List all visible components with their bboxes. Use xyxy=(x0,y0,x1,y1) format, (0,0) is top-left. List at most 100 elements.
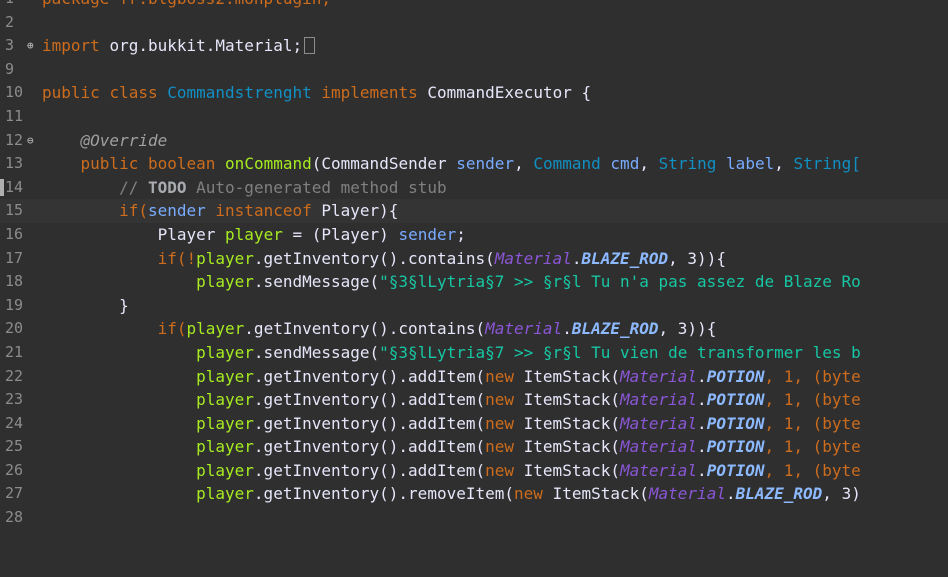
line-number: 26 xyxy=(5,460,24,479)
token: boolean xyxy=(147,154,216,174)
token: class xyxy=(109,83,158,103)
token: , 3)){ xyxy=(668,248,726,268)
token: .getInventory().removeItem( xyxy=(253,484,515,504)
token: ItemStack( xyxy=(523,460,620,480)
code-line[interactable]: 28 xyxy=(0,506,948,530)
token: .getInventory().addItem( xyxy=(253,366,486,386)
token: ItemStack( xyxy=(552,484,649,504)
token: Player){ xyxy=(321,201,399,221)
token: import xyxy=(42,36,100,56)
code-editor[interactable]: 1 package fr.blgboss2.monplugin; 2 3 ⊕ i… xyxy=(0,0,948,567)
token: .getInventory().addItem( xyxy=(253,413,486,433)
code-text[interactable]: player.getInventory().addItem(new ItemSt… xyxy=(42,435,861,459)
token: Material xyxy=(619,390,698,410)
token: sender xyxy=(398,224,457,244)
token: Material xyxy=(494,248,572,268)
code-line[interactable]: 2 xyxy=(0,11,948,35)
code-text[interactable]: // TODO Auto-generated method stub xyxy=(42,176,447,200)
token: .sendMessage( xyxy=(253,342,380,362)
code-text[interactable]: player.getInventory().removeItem(new Ite… xyxy=(42,482,861,506)
token: String[ xyxy=(793,154,861,174)
code-text[interactable]: player.getInventory().addItem(new ItemSt… xyxy=(42,412,861,436)
token: player xyxy=(225,224,283,244)
token: player xyxy=(196,366,254,386)
token: cmd xyxy=(610,154,640,174)
code-line-current[interactable]: 15 if(sender instanceof Player){ xyxy=(0,199,948,223)
code-text[interactable]: player.getInventory().addItem(new ItemSt… xyxy=(42,365,861,389)
token: Player xyxy=(157,224,216,244)
code-text[interactable]: public boolean onCommand(CommandSender s… xyxy=(42,152,861,176)
token: "§3§lLytria§7 >> §r§l Tu n'a pas assez d… xyxy=(379,272,861,292)
code-line[interactable]: 21 player.sendMessage("§3§lLytria§7 >> §… xyxy=(0,341,948,365)
line-number: 19 xyxy=(5,295,24,314)
code-text[interactable]: package fr.blgboss2.monplugin; xyxy=(42,0,331,11)
code-text[interactable]: if(sender instanceof Player){ xyxy=(42,199,398,223)
token: , 1, (byte xyxy=(764,413,861,433)
code-line[interactable]: 23 player.getInventory().addItem(new Ite… xyxy=(0,388,948,412)
code-line[interactable]: 20 if(player.getInventory().contains(Mat… xyxy=(0,317,948,341)
code-line[interactable]: 19 } xyxy=(0,294,948,318)
code-line[interactable]: 24 player.getInventory().addItem(new Ite… xyxy=(0,412,948,436)
code-line[interactable]: 25 player.getInventory().addItem(new Ite… xyxy=(0,435,948,459)
code-line[interactable]: 26 player.getInventory().addItem(new Ite… xyxy=(0,459,948,483)
token: new xyxy=(485,413,515,433)
token: , 1, (byte xyxy=(764,366,861,386)
collapse-fold-icon[interactable]: ⊖ xyxy=(27,129,34,153)
line-number: 25 xyxy=(5,437,24,456)
line-number: 28 xyxy=(5,508,24,527)
token: .getInventory().addItem( xyxy=(253,460,486,480)
token: , 3)){ xyxy=(658,319,717,339)
code-text[interactable]: if(!player.getInventory().contains(Mater… xyxy=(42,247,726,271)
token: = (Player) xyxy=(292,224,389,244)
code-text[interactable]: player.getInventory().addItem(new ItemSt… xyxy=(42,459,861,483)
task-marker-icon[interactable] xyxy=(0,178,4,196)
code-text[interactable]: } xyxy=(42,294,129,318)
code-line[interactable]: 17 if(!player.getInventory().contains(Ma… xyxy=(0,247,948,271)
token: new xyxy=(485,390,515,410)
token: player xyxy=(196,413,254,433)
code-line[interactable]: 22 player.getInventory().addItem(new Ite… xyxy=(0,365,948,389)
code-line[interactable]: 16 Player player = (Player) sender; xyxy=(0,223,948,247)
token: label xyxy=(726,154,775,174)
token: implements xyxy=(321,83,418,103)
code-line[interactable]: 14 // TODO Auto-generated method stub xyxy=(0,176,948,200)
code-line[interactable]: 13 public boolean onCommand(CommandSende… xyxy=(0,152,948,176)
token: if( xyxy=(119,201,148,221)
code-line[interactable]: 3 ⊕ import org.bukkit.Material; xyxy=(0,34,948,58)
token: POTION xyxy=(706,437,765,457)
token: Material xyxy=(619,460,698,480)
token: Commandstrenght xyxy=(167,83,312,103)
code-line[interactable]: 9 xyxy=(0,58,948,82)
code-line[interactable]: 1 package fr.blgboss2.monplugin; xyxy=(0,0,948,11)
code-text[interactable]: public class Commandstrenght implements … xyxy=(42,81,591,105)
code-line[interactable]: 10 public class Commandstrenght implemen… xyxy=(0,81,948,105)
code-text[interactable]: @Override xyxy=(42,129,168,153)
token: if( xyxy=(157,319,187,339)
code-text[interactable]: Player player = (Player) sender; xyxy=(42,223,466,247)
token: String xyxy=(658,154,717,174)
token: // xyxy=(119,177,139,197)
token: BLAZE_ROD xyxy=(581,248,669,268)
collapsed-imports-icon[interactable] xyxy=(304,37,316,55)
code-text[interactable]: player.getInventory().addItem(new ItemSt… xyxy=(42,388,861,412)
code-line[interactable]: 11 xyxy=(0,105,948,129)
code-line[interactable]: 12 ⊖ @Override xyxy=(0,129,948,153)
token: new xyxy=(485,437,515,457)
token: .getInventory().contains( xyxy=(253,248,495,268)
code-text[interactable]: if(player.getInventory().contains(Materi… xyxy=(42,317,717,341)
code-text[interactable]: import org.bukkit.Material; xyxy=(42,34,316,58)
code-line[interactable]: 18 player.sendMessage("§3§lLytria§7 >> §… xyxy=(0,270,948,294)
token: if(! xyxy=(157,248,197,268)
line-number: 11 xyxy=(5,106,24,125)
code-text[interactable]: player.sendMessage("§3§lLytria§7 >> §r§l… xyxy=(42,270,861,294)
code-text[interactable]: player.sendMessage("§3§lLytria§7 >> §r§l… xyxy=(42,341,861,365)
token: . xyxy=(697,390,707,410)
code-line[interactable]: 27 player.getInventory().removeItem(new … xyxy=(0,482,948,506)
expand-fold-icon[interactable]: ⊕ xyxy=(27,34,34,58)
token: BLAZE_ROD xyxy=(735,484,823,504)
token: new xyxy=(514,484,543,504)
token: POTION xyxy=(706,413,765,433)
token: ItemStack( xyxy=(523,413,620,433)
token: ItemStack( xyxy=(523,390,620,410)
token: Auto-generated method stub xyxy=(196,177,447,197)
